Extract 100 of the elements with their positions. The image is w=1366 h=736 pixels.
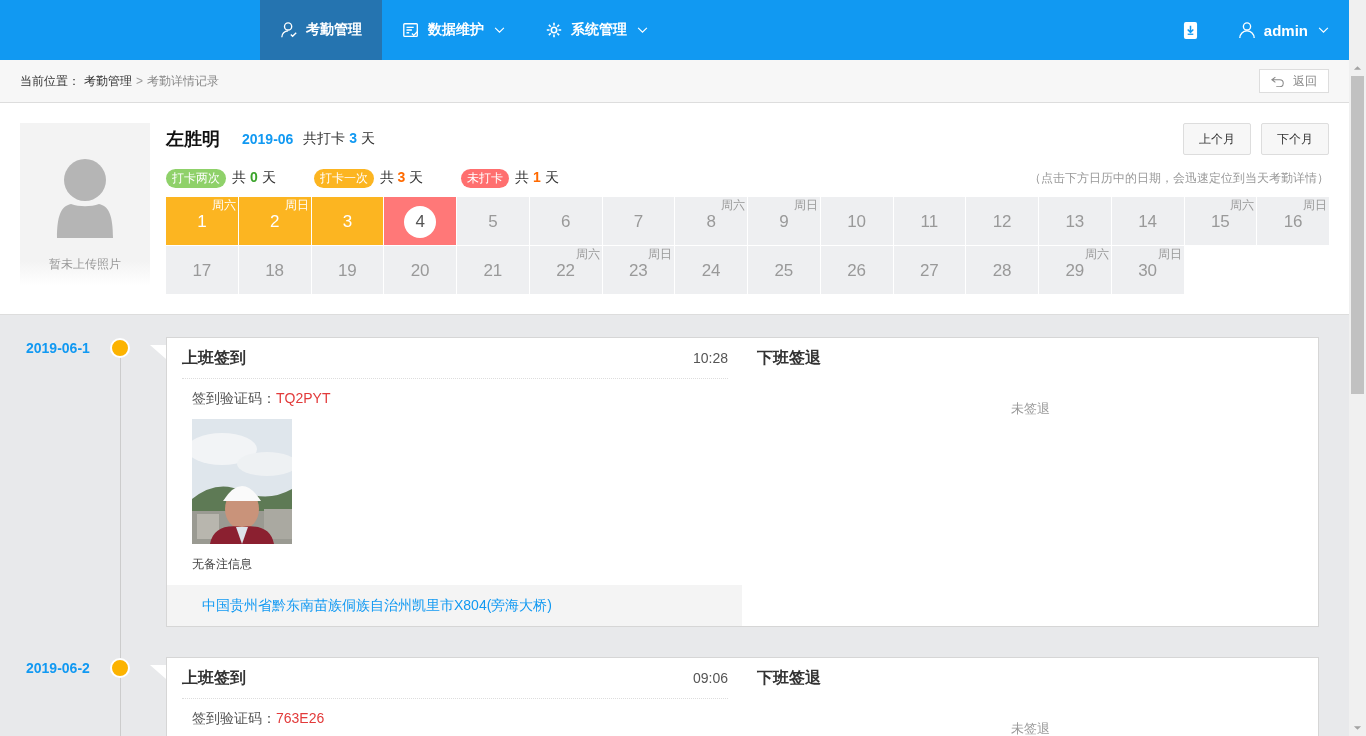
weekday-label: 周六 [211, 197, 236, 214]
person-icon [280, 21, 298, 39]
checkin-time: 10:28 [692, 350, 728, 366]
location-link[interactable]: 中国贵州省黔东南苗族侗族自治州凯里市X804(旁海大桥) [202, 596, 553, 615]
calendar-day[interactable]: 26 [820, 246, 893, 294]
calendar-day[interactable]: 28 [966, 246, 1038, 294]
legend-count: 共 0 天 [232, 169, 276, 187]
record-date: 2019-06-1 [26, 339, 91, 356]
settings-icon [545, 21, 563, 39]
calendar-day[interactable]: 周日 16 [1257, 197, 1329, 245]
record-date: 2019-06-2 [26, 659, 91, 676]
calendar-day[interactable]: 周六 22 [529, 246, 602, 294]
remark-text: 无备注信息 [191, 556, 253, 573]
checkin-time: 09:06 [692, 670, 728, 686]
weekday-label: 周日 [1303, 197, 1327, 214]
checkout-title: 下班签退 [757, 667, 821, 688]
day-number: 24 [701, 261, 721, 281]
phone-download-icon[interactable] [1182, 20, 1198, 40]
calendar-day[interactable]: 20 [384, 246, 456, 294]
day-number: 21 [483, 261, 503, 281]
verification-code: 763E26 [276, 710, 325, 726]
previous-month-button[interactable]: 上个月 [1183, 123, 1251, 155]
calendar-day[interactable]: 18 [238, 246, 311, 294]
calendar-day[interactable]: 21 [457, 246, 529, 294]
back-button[interactable]: 返回 [1259, 69, 1329, 93]
legend-tag: 打卡两次 [166, 168, 226, 188]
calendar-day[interactable]: 11 [893, 197, 966, 245]
document-icon [402, 21, 420, 39]
calendar-day[interactable]: 6 [529, 197, 602, 245]
day-number: 10 [847, 212, 867, 232]
weekday-label: 周六 [721, 197, 745, 214]
weekday-label: 周六 [575, 246, 600, 263]
return-arrow-icon [1271, 75, 1285, 87]
calendar-day[interactable]: 周六 8 [675, 197, 747, 245]
calendar-day[interactable]: 24 [675, 246, 747, 294]
day-number: 3 [342, 212, 353, 232]
day-number: 22 [556, 261, 576, 281]
day-number: 26 [847, 261, 867, 281]
user-menu[interactable]: admin [1237, 21, 1329, 39]
day-number: 9 [779, 212, 789, 232]
calendar-day[interactable]: 17 [166, 246, 238, 294]
day-number: 19 [337, 261, 357, 281]
day-number: 30 [1138, 261, 1158, 281]
breadcrumb-label: 当前位置： [20, 72, 80, 90]
day-number: 12 [992, 212, 1012, 232]
breadcrumb-current: 考勤详情记录 [147, 72, 219, 90]
calendar-day[interactable]: 周日 2 [238, 197, 311, 245]
day-number: 23 [628, 261, 648, 281]
legend-tag: 打卡一次 [313, 168, 374, 188]
nav-tab[interactable]: 系统管理 [525, 0, 668, 60]
day-number: 25 [774, 261, 794, 281]
scroll-down-icon[interactable] [1353, 725, 1362, 731]
calendar-day[interactable]: 7 [602, 197, 675, 245]
breadcrumb-link[interactable]: 考勤管理 [84, 72, 132, 90]
day-number: 11 [920, 212, 939, 232]
timeline-dot [110, 338, 130, 358]
calendar-day[interactable]: 周日 30 [1111, 246, 1184, 294]
calendar-day[interactable]: 27 [893, 246, 966, 294]
day-number: 8 [706, 212, 716, 232]
day-number: 5 [488, 212, 498, 232]
weekday-label: 周日 [793, 197, 818, 214]
calendar-day[interactable]: 周六 29 [1039, 246, 1111, 294]
scroll-up-icon[interactable] [1353, 65, 1362, 71]
employee-name: 左胜明 [166, 128, 220, 151]
code-label: 签到验证码： [192, 390, 276, 406]
total-days: 共打卡 3 天 [303, 130, 375, 148]
day-number: 18 [265, 261, 285, 281]
calendar-day[interactable]: 周六 15 [1184, 197, 1257, 245]
weekday-label: 周日 [284, 197, 309, 214]
legend-count: 共 3 天 [379, 169, 424, 187]
nav-tab[interactable]: 数据维护 [382, 0, 525, 60]
calendar-day[interactable]: 周六 1 [166, 197, 238, 245]
calendar-day[interactable]: 5 [457, 197, 529, 245]
day-number: 14 [1138, 212, 1158, 232]
weekday-label: 周日 [648, 246, 673, 263]
calendar-day[interactable]: 10 [820, 197, 893, 245]
weekday-label: 周六 [1084, 246, 1109, 263]
calendar-day[interactable]: 4 [384, 197, 456, 245]
calendar-day[interactable]: 12 [966, 197, 1038, 245]
verification-code: TQ2PYT [276, 390, 331, 406]
calendar-day[interactable]: 25 [748, 246, 820, 294]
scrollbar[interactable] [1349, 0, 1366, 736]
next-month-button[interactable]: 下个月 [1261, 123, 1329, 155]
checkout-status: 未签退 [1009, 400, 1051, 418]
code-label: 签到验证码： [192, 710, 276, 726]
day-number: 28 [992, 261, 1012, 281]
nav-tab[interactable]: 考勤管理 [260, 0, 382, 60]
calendar-day[interactable]: 周日 23 [602, 246, 675, 294]
month-label: 2019-06 [242, 131, 294, 147]
legend-tag: 未打卡 [461, 168, 510, 188]
day-number: 1 [197, 212, 207, 232]
day-number: 6 [560, 212, 571, 232]
calendar-day[interactable]: 19 [311, 246, 384, 294]
calendar-day[interactable]: 13 [1039, 197, 1111, 245]
calendar-day[interactable]: 14 [1111, 197, 1184, 245]
day-number: 13 [1065, 212, 1085, 232]
calendar-day[interactable]: 3 [311, 197, 384, 245]
calendar-day[interactable]: 周日 9 [748, 197, 820, 245]
checkout-title: 下班签退 [757, 347, 821, 368]
photo-hint: 暂未上传照片 [49, 256, 121, 273]
